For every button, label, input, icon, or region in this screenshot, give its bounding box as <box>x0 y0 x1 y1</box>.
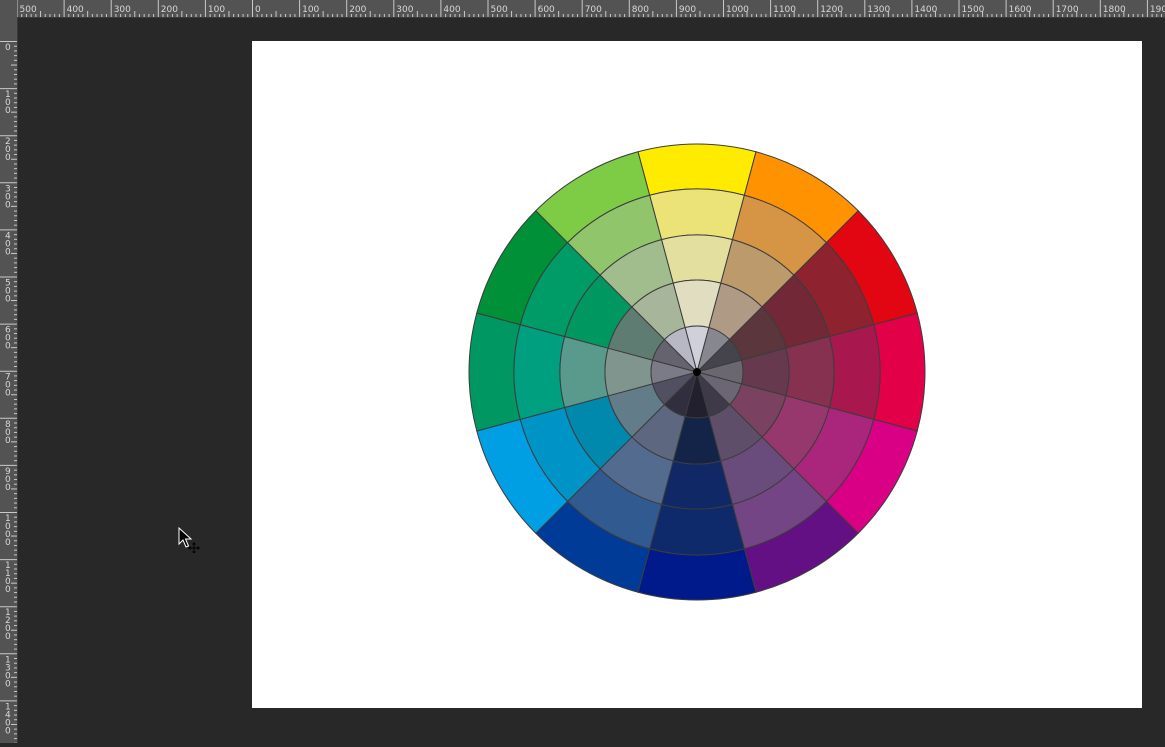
color-wheel-segment <box>785 335 835 409</box>
ruler-label: 800 <box>632 5 649 15</box>
ruler-label: 1800 <box>1103 5 1126 15</box>
color-wheel-segment <box>873 312 926 432</box>
ruler-label: 1900 <box>1150 5 1165 15</box>
ruler-label: 300 <box>5 184 11 210</box>
ruler-label: 0 <box>255 5 261 15</box>
ruler-label: 1600 <box>1009 5 1032 15</box>
ruler-label: 100 <box>208 5 225 15</box>
document-canvas[interactable] <box>252 41 1142 708</box>
color-wheel-segment <box>649 188 745 241</box>
ruler-label: 1500 <box>962 5 985 15</box>
ruler-label: 300 <box>396 5 413 15</box>
ruler-label: 600 <box>5 326 11 352</box>
color-wheel-segment <box>559 335 609 409</box>
ruler-label: 1700 <box>1056 5 1079 15</box>
color-wheel-segment <box>660 460 734 510</box>
ruler-origin-corner[interactable] <box>0 0 17 17</box>
ruler-label: 1100 <box>773 5 796 15</box>
color-wheel-segment <box>660 234 734 284</box>
ruler-label: 1300 <box>5 655 11 689</box>
ruler-label: 900 <box>5 467 11 493</box>
ruler-label: 100 <box>5 90 11 116</box>
ruler-label: 700 <box>5 373 11 399</box>
color-wheel-segment <box>637 548 757 601</box>
horizontal-ruler[interactable]: 500 400 300 200 100 0 100 200 300 400 500 600 700 800… <box>0 0 1165 18</box>
ruler-label: 800 <box>5 420 11 446</box>
ruler-label: 1200 <box>5 608 11 642</box>
vertical-ruler[interactable]: 0 100 200 300 400 500 600 700 800 900 1000 1100 1200… <box>0 17 18 744</box>
ruler-label: 400 <box>5 231 11 257</box>
ruler-label: 900 <box>679 5 696 15</box>
ruler-label: 100 <box>302 5 319 15</box>
ruler-label: 400 <box>443 5 460 15</box>
color-wheel-segment <box>513 324 566 420</box>
ruler-label: 0 <box>5 43 11 53</box>
ruler-label: 1200 <box>820 5 843 15</box>
color-wheel-segment <box>828 324 881 420</box>
ruler-label: 600 <box>538 5 555 15</box>
color-wheel-segment <box>637 143 757 196</box>
ruler-label: 200 <box>161 5 178 15</box>
ruler-label: 1300 <box>867 5 890 15</box>
ruler-label: 1000 <box>5 514 11 548</box>
move-cursor-icon <box>178 526 204 557</box>
ruler-label: 500 <box>5 279 11 305</box>
ruler-label: 1400 <box>914 5 937 15</box>
color-wheel-segment <box>649 503 745 556</box>
color-wheel-image <box>468 143 926 601</box>
ruler-label: 300 <box>114 5 131 15</box>
ruler-label: 1000 <box>726 5 749 15</box>
ruler-label: 1100 <box>5 561 11 595</box>
color-wheel-segment <box>468 312 521 432</box>
ruler-label: 200 <box>5 137 11 163</box>
ruler-label: 500 <box>491 5 508 15</box>
ruler-label: 500 <box>20 5 37 15</box>
color-wheel-center <box>693 368 701 376</box>
ruler-label: 700 <box>585 5 602 15</box>
ruler-label: 400 <box>67 5 84 15</box>
ruler-label: 200 <box>349 5 366 15</box>
ruler-label: 1400 <box>5 702 11 736</box>
